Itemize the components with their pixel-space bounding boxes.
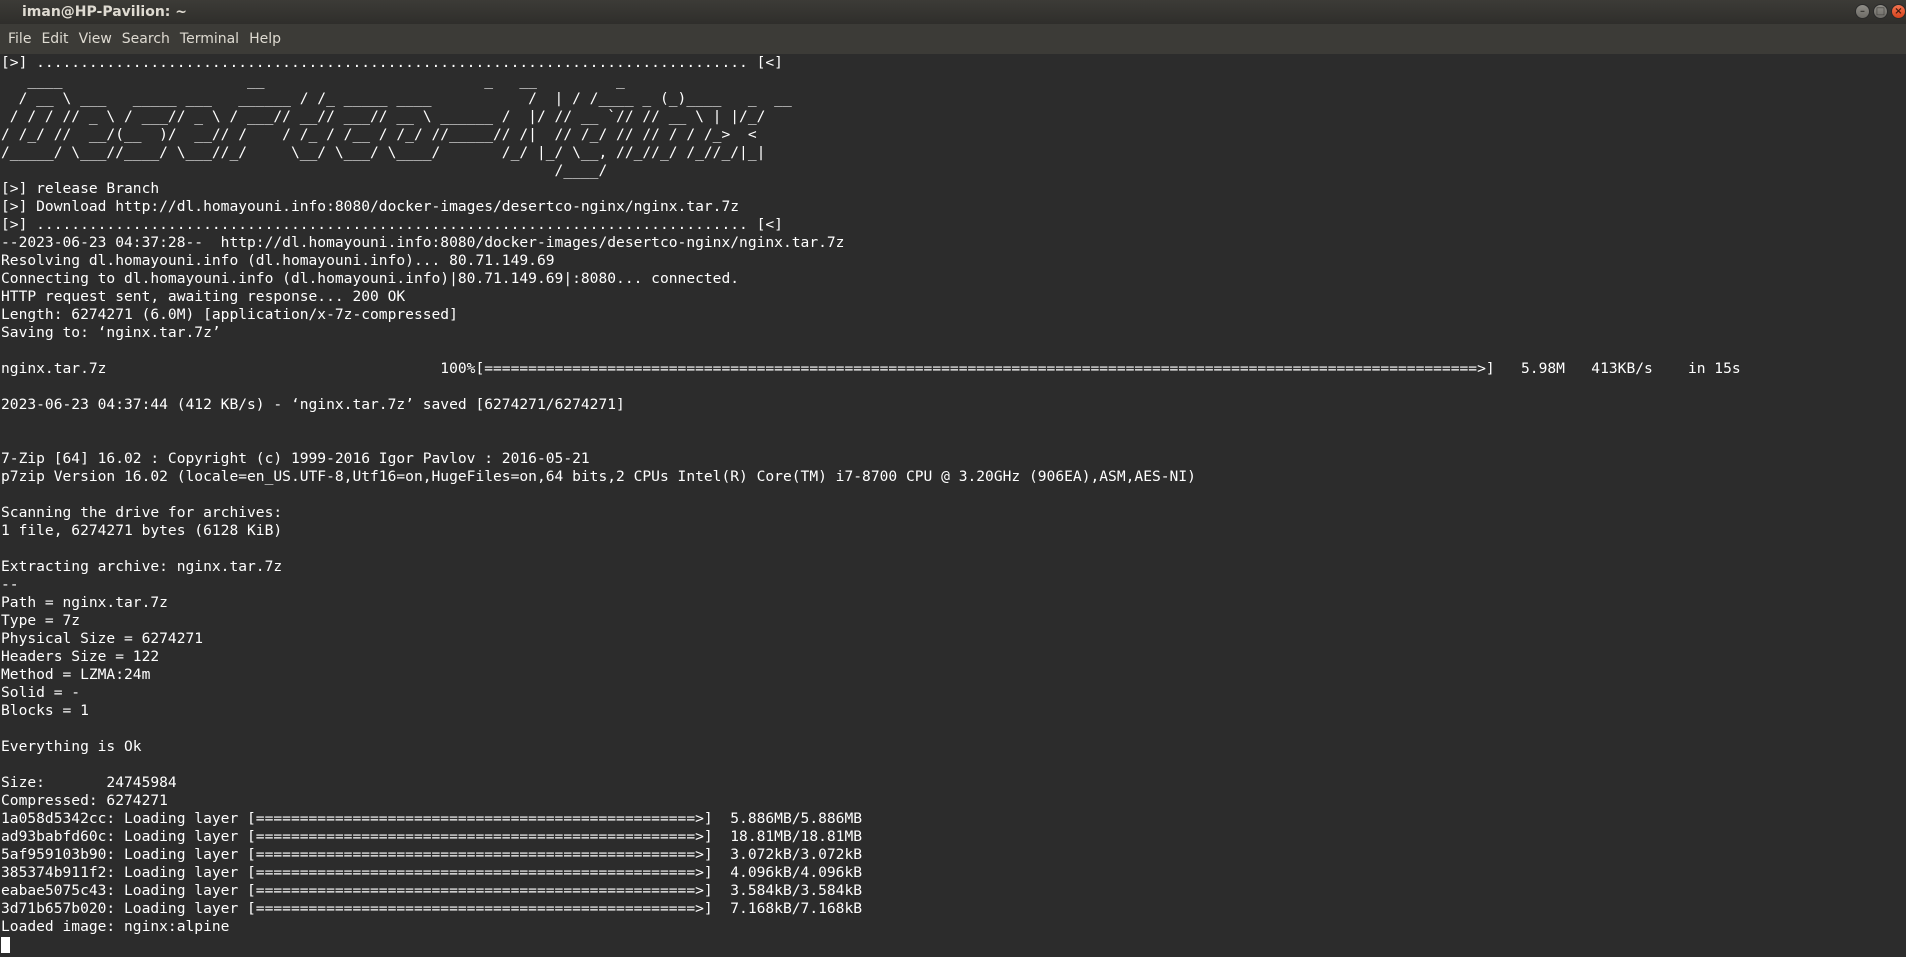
terminal-line: Headers Size = 122 — [1, 648, 160, 665]
terminal-line: p7zip Version 16.02 (locale=en_US.UTF-8,… — [1, 468, 1196, 485]
layer-progress-line: eabae5075c43: Loading layer [===========… — [1, 882, 863, 899]
terminal-line: [>] release Branch — [1, 180, 160, 197]
ascii-banner-line: / /_/ // __/(__ )/ __// / / /_ / /__ / /… — [1, 126, 757, 143]
title-bar[interactable]: iman@HP-Pavilion: ~ – □ × — [0, 0, 1906, 24]
layer-progress-line: 5af959103b90: Loading layer [===========… — [1, 846, 863, 863]
close-button[interactable]: × — [1891, 4, 1906, 19]
terminal-line: 1 file, 6274271 bytes (6128 KiB) — [1, 522, 283, 539]
menu-edit[interactable]: Edit — [36, 28, 73, 50]
terminal-line: Connecting to dl.homayouni.info (dl.homa… — [1, 270, 740, 287]
terminal-line: Size: 24745984 — [1, 774, 177, 791]
menu-search[interactable]: Search — [117, 28, 175, 50]
terminal-window: iman@HP-Pavilion: ~ – □ × File Edit View… — [0, 0, 1906, 957]
ascii-banner-line: / / / // _ \ / ___// _ \ / ___// __// __… — [1, 108, 766, 125]
terminal-line: HTTP request sent, awaiting response... … — [1, 288, 406, 305]
ascii-banner-line: /_____/ \___//____/ \___//_/ \__/ \___/ … — [1, 144, 766, 161]
menu-file[interactable]: File — [3, 28, 36, 50]
terminal-line: [>] ....................................… — [1, 54, 783, 71]
terminal-line: --2023-06-23 04:37:28-- http://dl.homayo… — [1, 234, 845, 251]
terminal-line: Method = LZMA:24m — [1, 666, 151, 683]
minimize-button[interactable]: – — [1855, 4, 1870, 19]
menu-view[interactable]: View — [74, 28, 117, 50]
terminal-line: -- — [1, 576, 19, 593]
terminal-line: Physical Size = 6274271 — [1, 630, 204, 647]
menu-help[interactable]: Help — [244, 28, 286, 50]
terminal-line: Blocks = 1 — [1, 702, 89, 719]
terminal-line: [>] ....................................… — [1, 216, 783, 233]
terminal-line: [>] Download http://dl.homayouni.info:80… — [1, 198, 740, 215]
download-progress-line: nginx.tar.7z 100%[======================… — [1, 360, 1741, 377]
ascii-banner-line: /____/ — [1, 162, 608, 179]
terminal-line: Scanning the drive for archives: — [1, 504, 283, 521]
layer-progress-line: 3d71b657b020: Loading layer [===========… — [1, 900, 863, 917]
terminal-line: Saving to: ‘nginx.tar.7z’ — [1, 324, 221, 341]
ascii-banner-line: ____ __ _ __ _ — [1, 72, 740, 89]
prompt-line[interactable] — [1, 936, 1906, 954]
terminal-line: Path = nginx.tar.7z — [1, 594, 168, 611]
terminal-line: Solid = - — [1, 684, 81, 701]
terminal-line: Length: 6274271 (6.0M) [application/x-7z… — [1, 306, 458, 323]
terminal-line: Everything is Ok — [1, 738, 142, 755]
terminal-line: Extracting archive: nginx.tar.7z — [1, 558, 283, 575]
layer-progress-line: 385374b911f2: Loading layer [===========… — [1, 864, 863, 881]
maximize-button[interactable]: □ — [1873, 4, 1888, 19]
terminal-line: Loaded image: nginx:alpine — [1, 918, 230, 935]
menu-bar: File Edit View Search Terminal Help — [0, 24, 1906, 54]
terminal-line: 7-Zip [64] 16.02 : Copyright (c) 1999-20… — [1, 450, 590, 467]
layer-progress-line: ad93babfd60c: Loading layer [===========… — [1, 828, 863, 845]
text-cursor — [1, 937, 10, 953]
terminal-output[interactable]: [>] ....................................… — [0, 54, 1906, 957]
terminal-line: Compressed: 6274271 — [1, 792, 168, 809]
terminal-line: 2023-06-23 04:37:44 (412 KB/s) - ‘nginx.… — [1, 396, 625, 413]
layer-progress-line: 1a058d5342cc: Loading layer [===========… — [1, 810, 863, 827]
window-controls: – □ × — [1855, 4, 1906, 20]
ascii-banner-line: / __ \ ___ _____ ___ ______ / /_ _____ _… — [1, 90, 792, 107]
menu-terminal[interactable]: Terminal — [175, 28, 244, 50]
terminal-line: Type = 7z — [1, 612, 81, 629]
window-title: iman@HP-Pavilion: ~ — [22, 4, 187, 20]
terminal-line: Resolving dl.homayouni.info (dl.homayoun… — [1, 252, 555, 269]
